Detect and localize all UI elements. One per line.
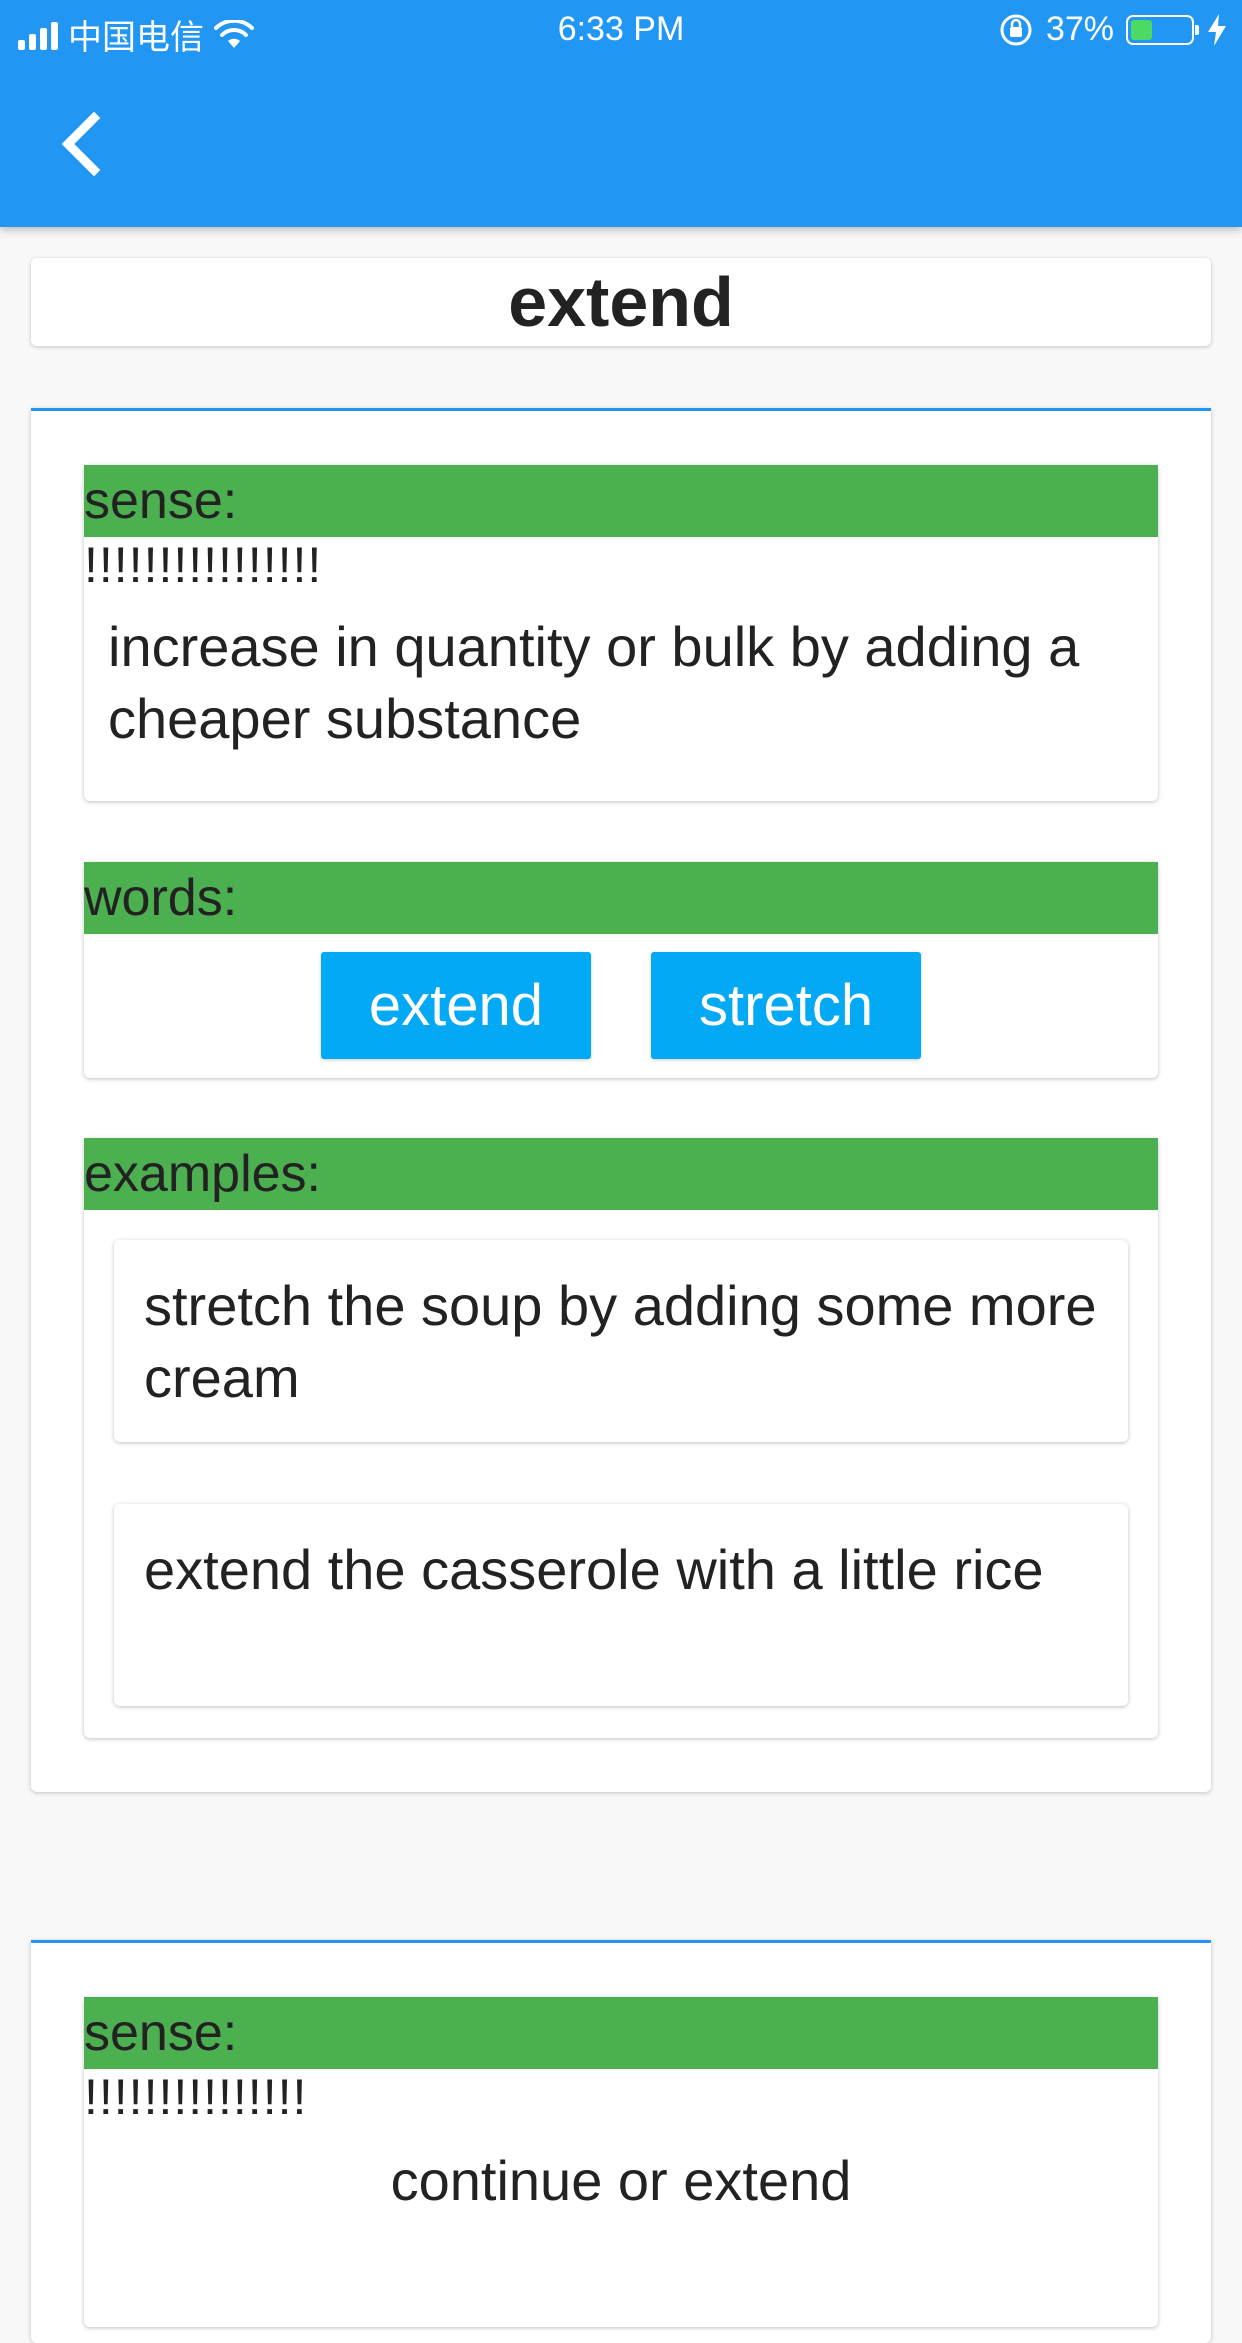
sense-definition: increase in quantity or bulk by adding a… xyxy=(108,615,1080,750)
word-title-card: extend xyxy=(31,258,1211,346)
status-right: 37% xyxy=(998,10,1228,49)
sense-header: sense: xyxy=(84,465,1158,537)
sense-section: sense: !!!!!!!!!!!!!!!! increase in quan… xyxy=(84,465,1158,801)
sense-card: sense: !!!!!!!!!!!!!!! continue or exten… xyxy=(31,1940,1211,2343)
back-button[interactable] xyxy=(50,104,110,184)
sense-marker: !!!!!!!!!!!!!!!! xyxy=(84,537,323,593)
chevron-left-icon xyxy=(61,111,101,177)
word-title: extend xyxy=(508,263,734,341)
battery-fill xyxy=(1131,19,1153,40)
sense-marker: !!!!!!!!!!!!!!! xyxy=(84,2069,308,2125)
battery-percent: 37% xyxy=(1045,10,1114,48)
sense-header: sense: xyxy=(84,1997,1158,2069)
examples-header: examples: xyxy=(84,1138,1158,1210)
app-bar: 中国电信 6:33 PM 37% xyxy=(0,0,1242,227)
sense-card: sense: !!!!!!!!!!!!!!!! increase in quan… xyxy=(31,408,1211,1792)
examples-section: examples: stretch the soup by adding som… xyxy=(84,1138,1158,1738)
word-chip-stretch[interactable]: stretch xyxy=(651,952,922,1059)
sense-section: sense: !!!!!!!!!!!!!!! continue or exten… xyxy=(84,1997,1158,2327)
words-header: words: xyxy=(84,862,1158,934)
word-chip-extend[interactable]: extend xyxy=(320,952,592,1059)
orientation-lock-icon xyxy=(1000,14,1032,45)
status-bar: 中国电信 6:33 PM 37% xyxy=(0,0,1242,62)
words-section: words: extend stretch xyxy=(84,862,1158,1078)
example-card: extend the casserole with a little rice xyxy=(114,1504,1128,1706)
words-row: extend stretch xyxy=(84,934,1158,1059)
charging-bolt-icon xyxy=(1208,13,1226,46)
sense-definition: continue or extend xyxy=(390,2149,852,2212)
battery-icon xyxy=(1126,14,1199,45)
example-card: stretch the soup by adding some more cre… xyxy=(114,1240,1128,1442)
